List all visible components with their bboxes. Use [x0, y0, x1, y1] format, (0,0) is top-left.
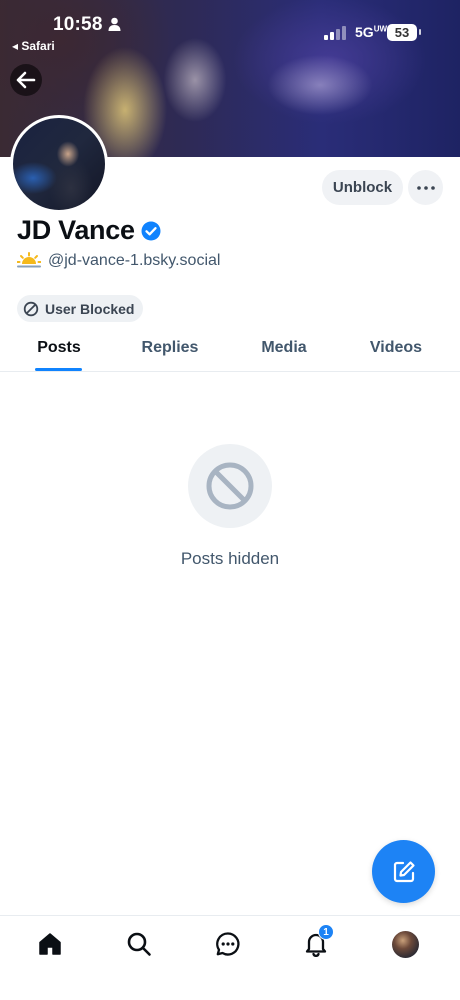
user-blocked-badge: User Blocked [17, 295, 144, 322]
back-to-safari[interactable]: ◂ Safari [12, 39, 55, 53]
status-time: 10:58 [53, 14, 103, 35]
unblock-button[interactable]: Unblock [322, 170, 403, 205]
status-bar: 10:58 ◂ Safari 5GUW 53 [0, 0, 460, 56]
blocked-label: User Blocked [45, 300, 135, 317]
profile-handle: @jd-vance-1.bsky.social [48, 252, 221, 269]
profile-tabs: Posts Replies Media Videos [0, 325, 460, 372]
nav-profile[interactable] [385, 928, 425, 960]
signal-icon [324, 26, 346, 40]
nav-search[interactable] [119, 928, 159, 960]
person-icon [108, 17, 121, 31]
display-name: JD Vance [17, 215, 135, 245]
battery-indicator: 53 [387, 24, 421, 41]
active-tab-indicator [35, 368, 82, 371]
bottom-navigation: 1 [0, 915, 460, 1000]
ban-icon [206, 462, 254, 510]
tab-media[interactable]: Media [238, 325, 330, 371]
arrow-left-icon [16, 71, 36, 89]
profile-avatar-small [391, 930, 419, 958]
nav-chat[interactable] [208, 928, 248, 960]
nav-home[interactable] [30, 928, 70, 960]
name-row: JD Vance [17, 215, 161, 246]
posts-hidden-message: Posts hidden [180, 549, 280, 568]
home-icon [39, 933, 61, 955]
chat-icon [216, 932, 240, 956]
network-label: 5GUW [355, 24, 388, 40]
search-icon [127, 932, 151, 956]
back-button[interactable] [10, 64, 42, 96]
profile-avatar[interactable] [10, 115, 108, 213]
ban-small-icon [23, 301, 39, 316]
tab-videos[interactable]: Videos [350, 325, 442, 371]
ellipsis-icon [416, 185, 435, 190]
tab-replies[interactable]: Replies [120, 325, 220, 371]
verified-badge-icon[interactable] [141, 221, 161, 241]
compose-icon [393, 860, 415, 882]
compose-post-button[interactable] [372, 840, 435, 903]
handle-row: @jd-vance-1.bsky.social [17, 252, 220, 270]
tab-posts[interactable]: Posts [17, 325, 101, 371]
notification-count-badge: 1 [318, 924, 334, 940]
sunrise-emoji-icon [17, 252, 41, 268]
more-options-button[interactable] [408, 170, 443, 205]
posts-hidden-icon-container [188, 444, 272, 528]
